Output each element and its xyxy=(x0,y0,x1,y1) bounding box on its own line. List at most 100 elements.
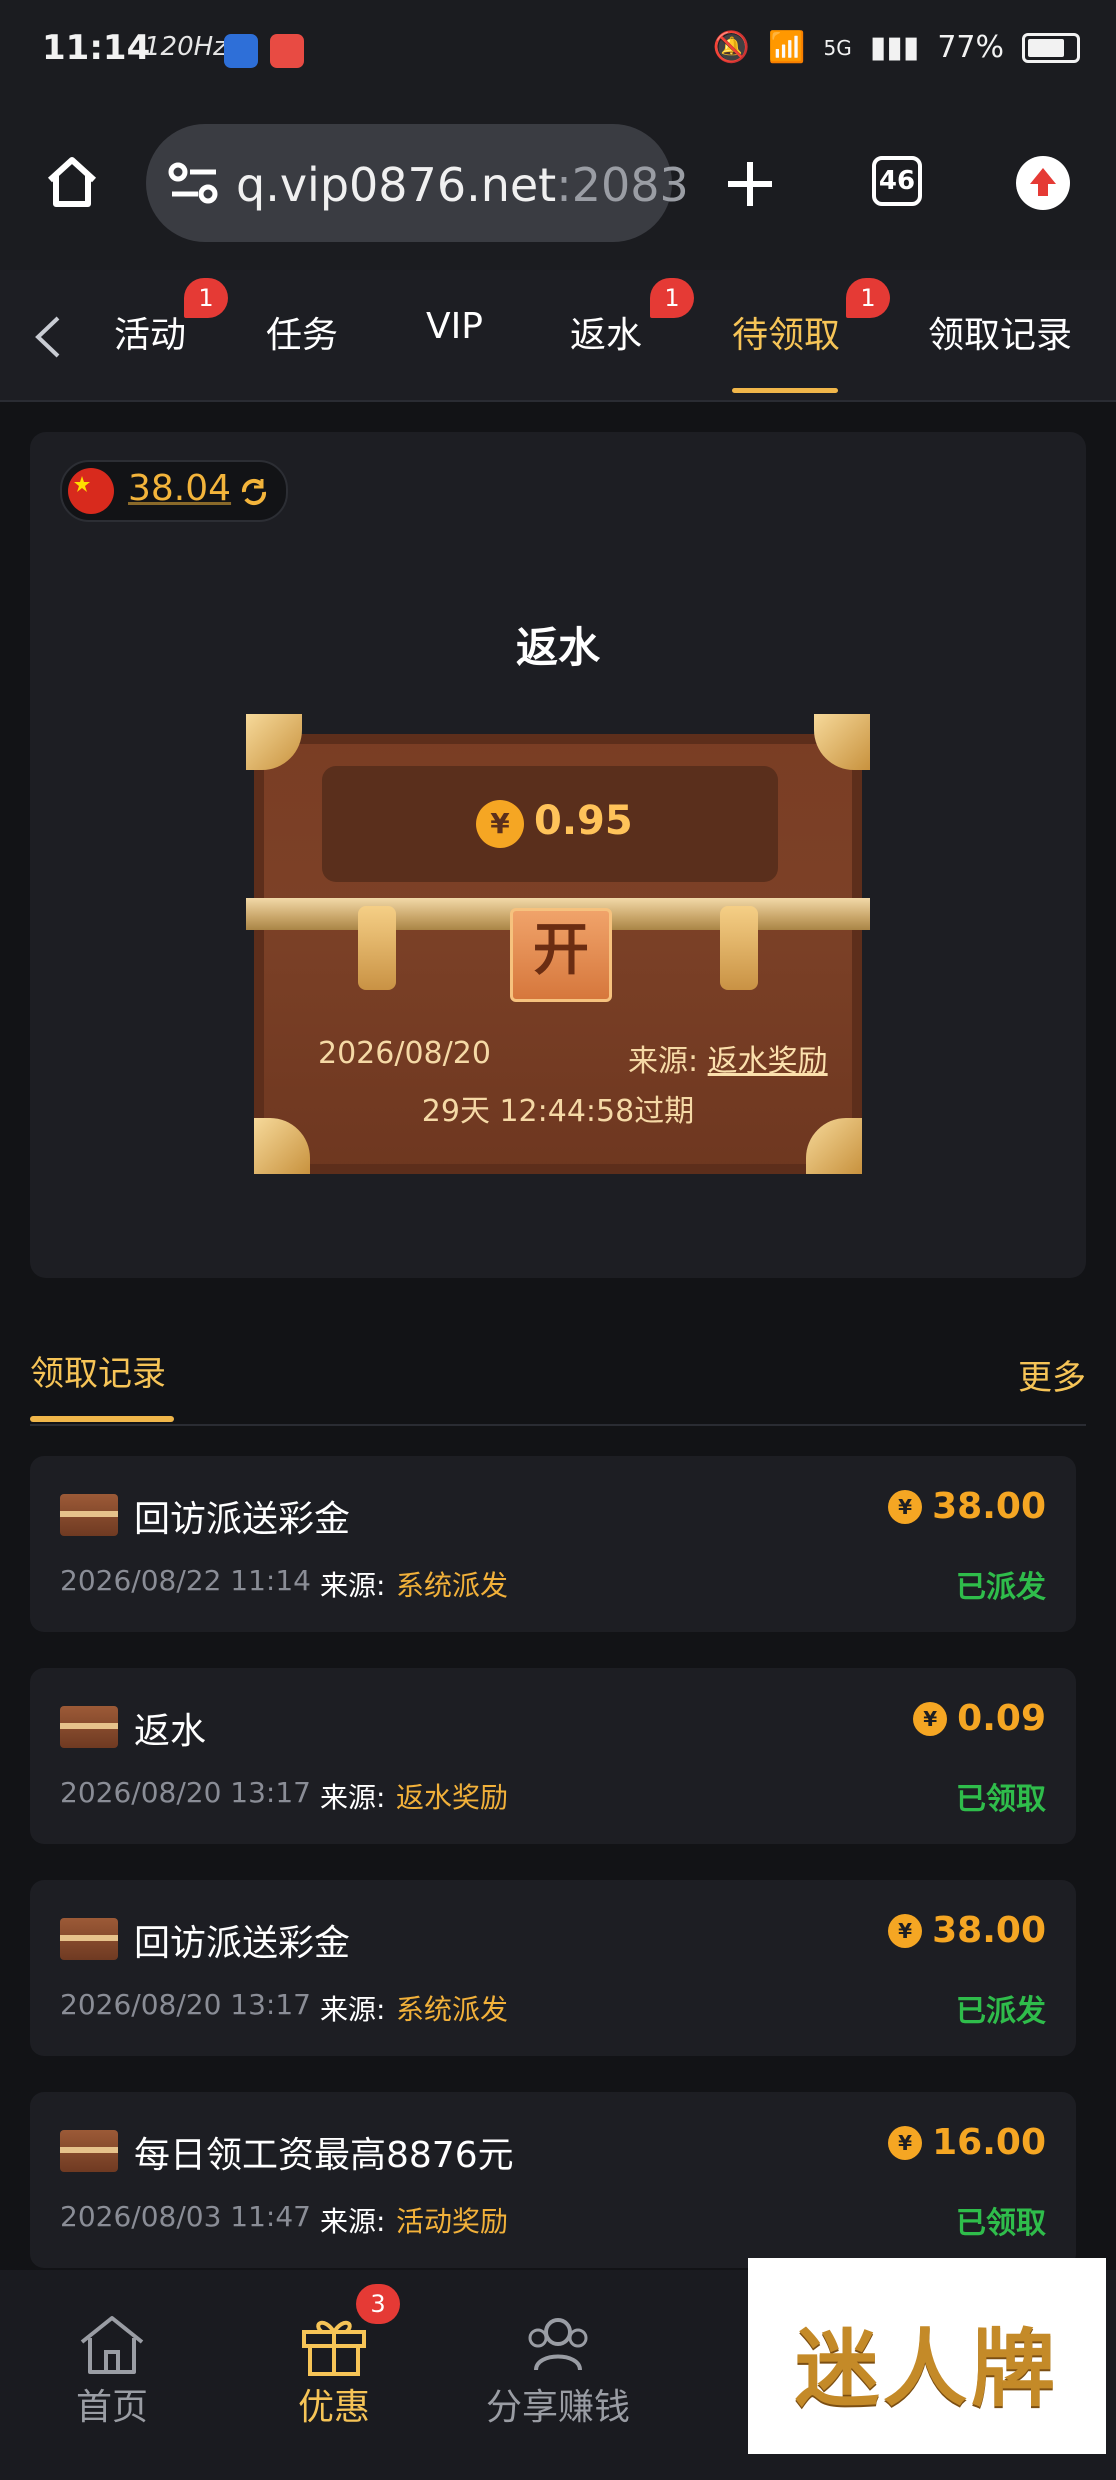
tab-pending[interactable]: 待领取 xyxy=(732,306,840,358)
url-text: q.vip0876.net:2083 xyxy=(236,158,689,212)
record-date: 2026/08/22 11:14 xyxy=(60,1564,311,1597)
record-amount: ¥ 0.09 xyxy=(913,1698,1046,1739)
records-tab-indicator xyxy=(30,1416,174,1422)
status-time: 11:14 xyxy=(42,28,151,68)
tab-badge: 1 xyxy=(846,278,890,318)
chest-icon xyxy=(60,1706,118,1748)
chest-icon xyxy=(60,2130,118,2172)
record-item[interactable]: 每日领工资最高8876元 2026/08/03 11:47 来源: 活动奖励 ¥… xyxy=(30,2092,1076,2268)
nav-share-earn-label: 分享赚钱 xyxy=(485,2387,630,2428)
amount-panel: ¥ 0.95 xyxy=(322,766,778,882)
record-item[interactable]: 回访派送彩金 2026/08/20 13:17 来源: 系统派发 ¥ 38.00… xyxy=(30,1880,1076,2056)
record-date: 2026/08/03 11:47 xyxy=(60,2200,311,2233)
record-source: 活动奖励 xyxy=(396,2205,509,2238)
tab-rebate[interactable]: 返水 xyxy=(570,306,642,358)
tab-badge: 1 xyxy=(650,278,694,318)
record-amount-value: 0.09 xyxy=(957,1698,1046,1739)
site-settings-icon[interactable] xyxy=(168,160,220,206)
record-title: 回访派送彩金 xyxy=(134,1923,351,1964)
tab-switcher-button[interactable]: 46 xyxy=(872,156,922,206)
status-bar: 11:14 120Hz 🔕 📶 5G ▮▮▮ 77% xyxy=(0,0,1116,100)
reward-amount: 0.95 xyxy=(534,798,633,844)
record-amount-value: 38.00 xyxy=(932,1486,1046,1527)
record-source: 系统派发 xyxy=(396,1569,509,1602)
records-divider xyxy=(30,1424,1086,1426)
signal-icon: ▮▮▮ xyxy=(869,30,920,65)
update-button[interactable] xyxy=(1016,156,1070,210)
record-status: 已派发 xyxy=(956,1994,1046,2029)
expiry-countdown: 29天 12:44:58过期 xyxy=(421,1094,695,1129)
record-date: 2026/08/20 13:17 xyxy=(60,1776,311,1809)
record-amount-value: 16.00 xyxy=(932,2122,1046,2163)
record-amount: ¥ 16.00 xyxy=(888,2122,1046,2163)
watermark: 迷人牌 xyxy=(748,2258,1106,2454)
tab-claim-history[interactable]: 领取记录 xyxy=(928,306,1072,358)
nav-share-earn[interactable] xyxy=(478,2310,638,2384)
open-lock-button[interactable]: 开 xyxy=(510,908,612,1002)
treasure-chest[interactable]: ¥ 0.95 开 2026/08/20 来源: 返水奖励 29天 12:44:5… xyxy=(246,714,870,1174)
chest-latch xyxy=(720,906,758,990)
wifi-icon: 📶 xyxy=(768,30,806,65)
watermark-text: 迷人牌 xyxy=(794,2320,1059,2418)
balance-amount: 38.04 xyxy=(128,468,232,509)
status-right: 🔕 📶 5G ▮▮▮ 77% xyxy=(713,30,1080,65)
record-status: 已领取 xyxy=(956,2206,1046,2241)
record-amount: ¥ 38.00 xyxy=(888,1486,1046,1527)
url-host: q.vip0876.net xyxy=(236,158,557,212)
record-item[interactable]: 返水 2026/08/20 13:17 来源: 返水奖励 ¥ 0.09 已领取 xyxy=(30,1668,1076,1844)
record-source: 系统派发 xyxy=(396,1993,509,2026)
promotions-badge: 3 xyxy=(356,2284,400,2324)
new-tab-icon[interactable] xyxy=(722,156,778,212)
card-title: 返水 xyxy=(515,623,600,672)
nav-home-label: 首页 xyxy=(75,2387,148,2428)
record-title: 回访派送彩金 xyxy=(134,1499,351,1540)
nav-home[interactable] xyxy=(32,2310,192,2384)
record-title: 返水 xyxy=(134,1711,207,1752)
record-source-label: 来源: xyxy=(320,1569,386,1602)
record-amount-value: 38.00 xyxy=(932,1910,1046,1951)
record-date: 2026/08/20 13:17 xyxy=(60,1988,311,2021)
back-chevron-icon[interactable] xyxy=(28,312,68,362)
chest-icon xyxy=(60,1494,118,1536)
gift-icon xyxy=(302,2320,366,2376)
home-icon[interactable] xyxy=(42,152,102,212)
mute-icon: 🔕 xyxy=(712,30,751,65)
record-title: 每日领工资最高8876元 xyxy=(134,2135,514,2176)
category-tabs: 活动 1 任务 VIP 返水 1 待领取 1 领取记录 xyxy=(0,270,1116,402)
more-link[interactable]: 更多 xyxy=(1018,1350,1086,1399)
yuan-coin-icon: ¥ xyxy=(913,1701,948,1736)
upload-arrow-icon xyxy=(1030,168,1056,196)
notification-app-icon xyxy=(224,34,258,68)
record-amount: ¥ 38.00 xyxy=(888,1910,1046,1951)
yuan-coin-icon: ¥ xyxy=(888,1913,923,1948)
reward-source: 来源: 返水奖励 xyxy=(628,1036,828,1080)
yuan-coin-icon: ¥ xyxy=(888,1489,923,1524)
chest-latch xyxy=(358,906,396,990)
record-status: 已领取 xyxy=(956,1782,1046,1817)
tab-badge: 1 xyxy=(184,278,228,318)
notification-app-icon xyxy=(270,34,304,68)
tab-activity[interactable]: 活动 xyxy=(114,306,186,358)
record-source-label: 来源: xyxy=(320,1781,386,1814)
url-port: :2083 xyxy=(556,158,689,212)
china-flag-icon xyxy=(68,468,114,514)
record-status: 已派发 xyxy=(956,1570,1046,1605)
record-item[interactable]: 回访派送彩金 2026/08/22 11:14 来源: 系统派发 ¥ 38.00… xyxy=(30,1456,1076,1632)
home-icon xyxy=(80,2316,144,2374)
record-source-label: 来源: xyxy=(320,2205,386,2238)
record-source: 返水奖励 xyxy=(396,1781,509,1814)
tab-vip[interactable]: VIP xyxy=(426,306,483,347)
tab-tasks[interactable]: 任务 xyxy=(266,306,338,358)
refresh-icon[interactable] xyxy=(238,476,270,508)
source-label: 来源: xyxy=(628,1044,699,1079)
source-link[interactable]: 返水奖励 xyxy=(708,1044,828,1079)
records-heading[interactable]: 领取记录 xyxy=(30,1346,166,1395)
record-source-label: 来源: xyxy=(320,1993,386,2026)
active-tab-indicator xyxy=(732,388,838,393)
battery-percent: 77% xyxy=(937,30,1004,65)
address-bar[interactable]: q.vip0876.net:2083 xyxy=(146,124,689,242)
yuan-coin-icon: ¥ xyxy=(476,800,524,848)
balance-pill[interactable]: 38.04 xyxy=(60,460,288,522)
network-label: 5G xyxy=(823,35,852,60)
chest-icon xyxy=(60,1918,118,1960)
